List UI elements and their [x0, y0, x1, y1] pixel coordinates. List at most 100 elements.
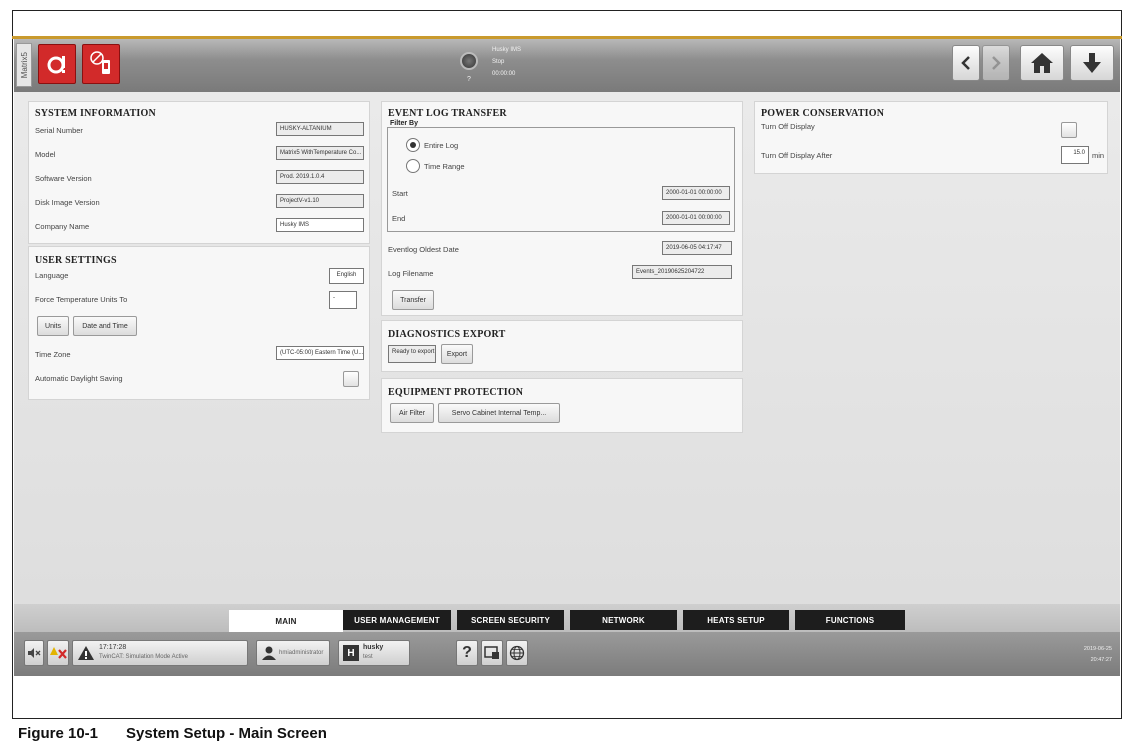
- mute-button[interactable]: [24, 640, 44, 666]
- forward-icon: [992, 56, 1001, 70]
- log-filename-value: Events_20190625204722: [632, 265, 732, 279]
- back-icon: [961, 56, 970, 70]
- tab-functions[interactable]: FUNCTIONS: [795, 610, 905, 630]
- husky-mold-button[interactable]: H husky test: [338, 640, 410, 666]
- user-icon: [262, 646, 276, 660]
- dst-checkbox[interactable]: [343, 371, 359, 387]
- time-zone-select[interactable]: (UTC-05:00) Eastern Time (U...: [276, 346, 364, 360]
- entire-log-radio[interactable]: [406, 138, 420, 152]
- force-units-select[interactable]: -: [329, 291, 357, 309]
- status-machine-name: Husky IMS: [492, 47, 522, 53]
- turn-off-after-label: Turn Off Display After: [761, 151, 833, 160]
- turn-off-after-field[interactable]: 15.0: [1061, 146, 1089, 164]
- time-range-radio[interactable]: [406, 159, 420, 173]
- log-filename-label: Log Filename: [388, 269, 434, 278]
- model-label: Model: [35, 150, 56, 159]
- network-button[interactable]: [506, 640, 528, 666]
- company-name-label: Company Name: [35, 222, 90, 231]
- status-timer: 00:00:00: [492, 71, 516, 77]
- back-button[interactable]: [952, 45, 980, 81]
- software-version-label: Software Version: [35, 174, 92, 183]
- end-datetime-field[interactable]: 2000-01-01 00:00:00: [662, 211, 730, 225]
- system-information-title: SYSTEM INFORMATION: [35, 108, 156, 119]
- start-datetime-field[interactable]: 2000-01-01 00:00:00: [662, 186, 730, 200]
- status-time: 20:47:27: [1090, 657, 1112, 663]
- home-icon: [1031, 53, 1053, 73]
- start-label: Start: [392, 189, 408, 198]
- status-bar: 17:17:28 TwinCAT: Simulation Mode Active…: [14, 632, 1120, 676]
- globe-icon: [509, 645, 525, 661]
- turn-off-after-unit: min: [1092, 151, 1105, 160]
- software-version-value: Prod. 2019.1.0.4: [276, 170, 364, 184]
- date-and-time-button[interactable]: Date and Time: [73, 316, 137, 336]
- time-range-label: Time Range: [424, 162, 465, 171]
- status-date: 2019-06-25: [1083, 646, 1112, 652]
- figure-number: Figure 10-1: [18, 725, 99, 742]
- brand-sub: test: [363, 654, 373, 660]
- figure-title: System Setup - Main Screen: [126, 725, 327, 742]
- alarm-button[interactable]: [38, 44, 76, 84]
- tab-screen-security[interactable]: SCREEN SECURITY: [457, 610, 564, 630]
- husky-logo-icon: H: [343, 645, 359, 661]
- no-heat-button[interactable]: [82, 44, 120, 84]
- user-button[interactable]: hmiadministrator: [256, 640, 330, 666]
- tab-heats-setup[interactable]: HEATS SETUP: [683, 610, 789, 630]
- time-zone-label: Time Zone: [35, 350, 71, 359]
- machine-status: ? Husky IMS Stop 00:00:00: [454, 42, 554, 90]
- disk-image-version-value: ProjectV-v1.10: [276, 194, 364, 208]
- clear-alarms-icon: [50, 647, 67, 659]
- tab-main[interactable]: MAIN: [229, 610, 343, 632]
- air-filter-button[interactable]: Air Filter: [390, 403, 434, 423]
- status-help[interactable]: ?: [467, 76, 471, 83]
- end-label: End: [392, 214, 406, 223]
- export-button[interactable]: Export: [441, 344, 473, 364]
- diagnostics-export-title: DIAGNOSTICS EXPORT: [388, 329, 506, 340]
- matrix-side-tab[interactable]: Matrix5: [16, 43, 32, 87]
- entire-log-label: Entire Log: [424, 141, 459, 150]
- caption-divider: [12, 718, 1122, 719]
- language-select[interactable]: English: [329, 268, 364, 284]
- diagnostics-export-panel: DIAGNOSTICS EXPORT Ready to export Expor…: [381, 320, 743, 372]
- event-log-panel: EVENT LOG TRANSFER Filter By Entire Log …: [381, 101, 743, 316]
- serial-number-value: HUSKY-ALTANIUM: [276, 122, 364, 136]
- no-heat-icon: [90, 51, 110, 74]
- mute-icon: [28, 648, 41, 658]
- serial-number-label: Serial Number: [35, 126, 83, 135]
- help-button[interactable]: ?: [456, 640, 478, 666]
- warning-icon: [78, 646, 94, 660]
- clear-alarms-button[interactable]: [47, 640, 69, 666]
- servo-cabinet-button[interactable]: Servo Cabinet Internal Temp...: [438, 403, 560, 423]
- turn-off-display-checkbox[interactable]: [1061, 122, 1077, 138]
- power-conservation-panel: POWER CONSERVATION Turn Off Display Turn…: [754, 101, 1108, 174]
- dst-label: Automatic Daylight Saving: [35, 374, 123, 383]
- units-button[interactable]: Units: [37, 316, 69, 336]
- home-button[interactable]: [1020, 45, 1064, 81]
- diagnostics-status: Ready to export: [388, 345, 436, 363]
- alarm-message-button[interactable]: 17:17:28 TwinCAT: Simulation Mode Active: [72, 640, 248, 666]
- transfer-button[interactable]: Transfer: [392, 290, 434, 310]
- main-content: SYSTEM INFORMATION Serial Number HUSKY-A…: [14, 92, 1120, 604]
- user-settings-panel: USER SETTINGS Language English Force Tem…: [28, 246, 370, 400]
- system-information-panel: SYSTEM INFORMATION Serial Number HUSKY-A…: [28, 101, 370, 244]
- language-label: Language: [35, 271, 69, 280]
- company-name-field[interactable]: Husky IMS: [276, 218, 364, 232]
- screen-capture-button[interactable]: [481, 640, 503, 666]
- force-units-label: Force Temperature Units To: [35, 295, 128, 304]
- tab-user-management[interactable]: USER MANAGEMENT: [343, 610, 451, 630]
- screen-capture-icon: [484, 646, 499, 659]
- brand-label: husky: [363, 644, 384, 651]
- equipment-protection-title: EQUIPMENT PROTECTION: [388, 387, 524, 398]
- download-button[interactable]: [1070, 45, 1114, 81]
- filter-legend: Filter By: [388, 120, 421, 127]
- turn-off-display-label: Turn Off Display: [761, 122, 815, 131]
- disk-image-version-label: Disk Image Version: [35, 198, 100, 207]
- figure-caption: Figure 10-1 System Setup - Main Screen: [18, 725, 327, 742]
- status-state: Stop: [492, 59, 505, 65]
- tab-network[interactable]: NETWORK: [570, 610, 677, 630]
- forward-button[interactable]: [982, 45, 1010, 81]
- user-settings-title: USER SETTINGS: [35, 255, 117, 266]
- matrix-tab-label: Matrix5: [19, 51, 29, 79]
- power-conservation-title: POWER CONSERVATION: [761, 108, 885, 119]
- alarm-time: 17:17:28: [99, 644, 127, 651]
- oldest-date-value: 2019-06-05 04:17:47: [662, 241, 732, 255]
